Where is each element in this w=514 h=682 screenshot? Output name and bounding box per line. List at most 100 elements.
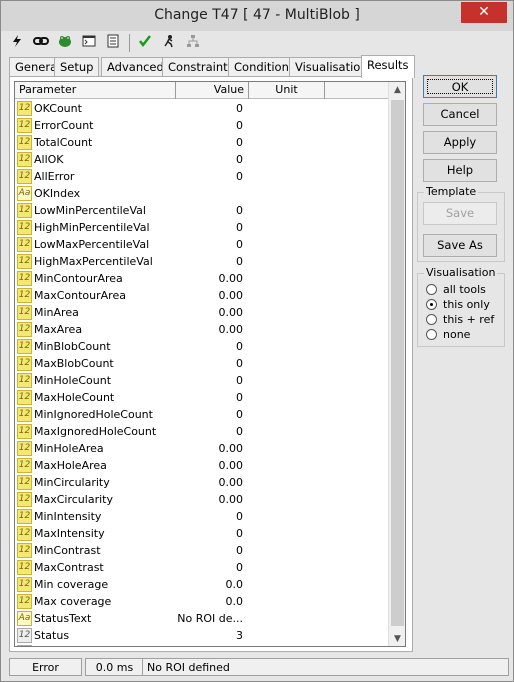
- column-header-value[interactable]: Value: [176, 82, 249, 99]
- dialog-window: Change T47 [ 47 - MultiBlob ] ✕ General …: [0, 0, 514, 682]
- table-row[interactable]: 12 OKCount 0: [15, 100, 390, 117]
- table-row[interactable]: 12 MaxCircularity 0.00: [15, 491, 390, 508]
- table-row[interactable]: 12 MaxArea 0.00: [15, 321, 390, 338]
- parameter-name: MinContourArea: [34, 272, 123, 285]
- table-row[interactable]: Aa OKIndex: [15, 185, 390, 202]
- template-save-button[interactable]: Save: [423, 202, 497, 225]
- radio-all-tools[interactable]: all tools: [426, 282, 486, 297]
- parameter-name: MaxCircularity: [34, 493, 113, 506]
- vertical-scrollbar[interactable]: ▲ ▼: [388, 82, 405, 646]
- parameter-name: AllOK: [34, 153, 64, 166]
- network-icon[interactable]: [183, 34, 203, 52]
- parameter-value: 0.00: [218, 289, 244, 302]
- radio-this-only-label: this only: [443, 298, 490, 311]
- column-header-parameter[interactable]: Parameter: [15, 82, 176, 99]
- radio-this-only[interactable]: this only: [426, 297, 490, 312]
- table-row[interactable]: Aa StatusText No ROI de...: [15, 610, 390, 627]
- cancel-button[interactable]: Cancel: [423, 103, 497, 126]
- scroll-down-arrow-icon[interactable]: ▼: [389, 631, 405, 646]
- table-row[interactable]: 12 MaxHoleCount 0: [15, 389, 390, 406]
- table-row[interactable]: 12 AllError 0: [15, 168, 390, 185]
- template-save-as-button[interactable]: Save As: [423, 234, 497, 257]
- radio-all-tools-button[interactable]: [426, 284, 437, 295]
- table-row[interactable]: 12 MinBlobCount 0: [15, 338, 390, 355]
- radio-none[interactable]: none: [426, 327, 470, 342]
- table-row[interactable]: 12 Max coverage 0.0: [15, 593, 390, 610]
- parameter-name: MaxBlobCount: [34, 357, 114, 370]
- table-row[interactable]: 12AnalyseTime 0.0: [15, 644, 390, 646]
- table-row[interactable]: 12 MinCircularity 0.00: [15, 474, 390, 491]
- numeric-type-icon: 12: [17, 237, 32, 252]
- numeric-type-icon: 12: [17, 118, 32, 133]
- checkmark-icon[interactable]: [135, 34, 155, 52]
- table-row[interactable]: 12 MinArea 0.00: [15, 304, 390, 321]
- table-row[interactable]: 12 MaxContrast 0: [15, 559, 390, 576]
- table-row[interactable]: 12 HighMinPercentileVal 0: [15, 219, 390, 236]
- table-row[interactable]: 12 LowMinPercentileVal 0: [15, 202, 390, 219]
- parameter-name: StatusText: [34, 612, 92, 625]
- grid-header: Parameter Value Unit: [15, 82, 390, 99]
- list-icon[interactable]: [103, 34, 123, 52]
- numeric-type-icon: 12: [17, 645, 32, 646]
- table-row[interactable]: 12 LowMaxPercentileVal 0: [15, 236, 390, 253]
- radio-this-only-button[interactable]: [426, 299, 437, 310]
- apply-button[interactable]: Apply: [423, 131, 497, 154]
- parameter-value: 0: [236, 527, 243, 540]
- radio-this-plus-ref[interactable]: this + ref: [426, 312, 494, 327]
- table-row[interactable]: 12 TotalCount 0: [15, 134, 390, 151]
- table-row[interactable]: 12 MaxHoleArea 0.00: [15, 457, 390, 474]
- table-row[interactable]: 12 Status 3: [15, 627, 390, 644]
- table-row[interactable]: 12 MaxBlobCount 0: [15, 355, 390, 372]
- column-header-unit[interactable]: Unit: [249, 82, 325, 99]
- parameter-value: 0.00: [218, 476, 244, 489]
- table-row[interactable]: 12 MinIntensity 0: [15, 508, 390, 525]
- scrollbar-thumb[interactable]: [391, 100, 404, 626]
- table-row[interactable]: 12 AllOK 0: [15, 151, 390, 168]
- numeric-type-icon: 12: [17, 288, 32, 303]
- toolbar: [7, 32, 207, 54]
- parameter-name: MaxIntensity: [34, 527, 105, 540]
- table-row[interactable]: 12 MaxContourArea 0.00: [15, 287, 390, 304]
- table-row[interactable]: 12 MinIgnoredHoleCount 0: [15, 406, 390, 423]
- parameter-value: 0: [236, 119, 243, 132]
- status-bar: Error 0.0 ms No ROI defined: [5, 656, 509, 678]
- parameter-name: Status: [34, 629, 70, 642]
- table-row[interactable]: 12 HighMaxPercentileVal 0: [15, 253, 390, 270]
- chain-link-icon[interactable]: [31, 34, 51, 52]
- parameter-value: 0: [236, 561, 243, 574]
- table-row[interactable]: 12 MinContrast 0: [15, 542, 390, 559]
- console-icon[interactable]: [79, 34, 99, 52]
- table-row[interactable]: 12 Min coverage 0.0: [15, 576, 390, 593]
- parameter-value: 0: [236, 255, 243, 268]
- tab-results[interactable]: Results: [361, 55, 415, 78]
- ok-button[interactable]: OK: [423, 75, 497, 98]
- scroll-up-arrow-icon[interactable]: ▲: [389, 82, 405, 99]
- tab-advanced[interactable]: Advanced: [101, 57, 170, 77]
- help-button[interactable]: Help: [423, 159, 497, 182]
- table-row[interactable]: 12 MaxIgnoredHoleCount 0: [15, 423, 390, 440]
- template-group: Template Save Save As: [417, 185, 505, 262]
- table-row[interactable]: 12 MaxIntensity 0: [15, 525, 390, 542]
- person-run-icon[interactable]: [159, 34, 179, 52]
- lightning-icon[interactable]: [7, 34, 27, 52]
- table-row[interactable]: 12 MinContourArea 0.00: [15, 270, 390, 287]
- close-button[interactable]: ✕: [461, 2, 507, 23]
- parameter-value: 0: [236, 357, 243, 370]
- radio-this-plus-ref-button[interactable]: [426, 314, 437, 325]
- tab-setup[interactable]: Setup: [54, 57, 100, 77]
- parameter-value: 0: [236, 153, 243, 166]
- parameter-name: MinCircularity: [34, 476, 110, 489]
- table-row[interactable]: 12 ErrorCount 0: [15, 117, 390, 134]
- visualisation-group: Visualisation all tools this only this +…: [417, 266, 505, 347]
- parameter-name: MaxContourArea: [34, 289, 126, 302]
- frog-icon[interactable]: [55, 34, 75, 52]
- parameter-name: MinHoleArea: [34, 442, 104, 455]
- table-row[interactable]: 12 MinHoleCount 0: [15, 372, 390, 389]
- parameter-value: 0: [236, 340, 243, 353]
- table-row[interactable]: 12 MinHoleArea 0.00: [15, 440, 390, 457]
- parameter-name: MaxArea: [34, 323, 83, 336]
- numeric-type-icon: 12: [17, 203, 32, 218]
- radio-none-button[interactable]: [426, 329, 437, 340]
- numeric-type-icon: 12: [17, 356, 32, 371]
- numeric-type-icon: 12: [17, 169, 32, 184]
